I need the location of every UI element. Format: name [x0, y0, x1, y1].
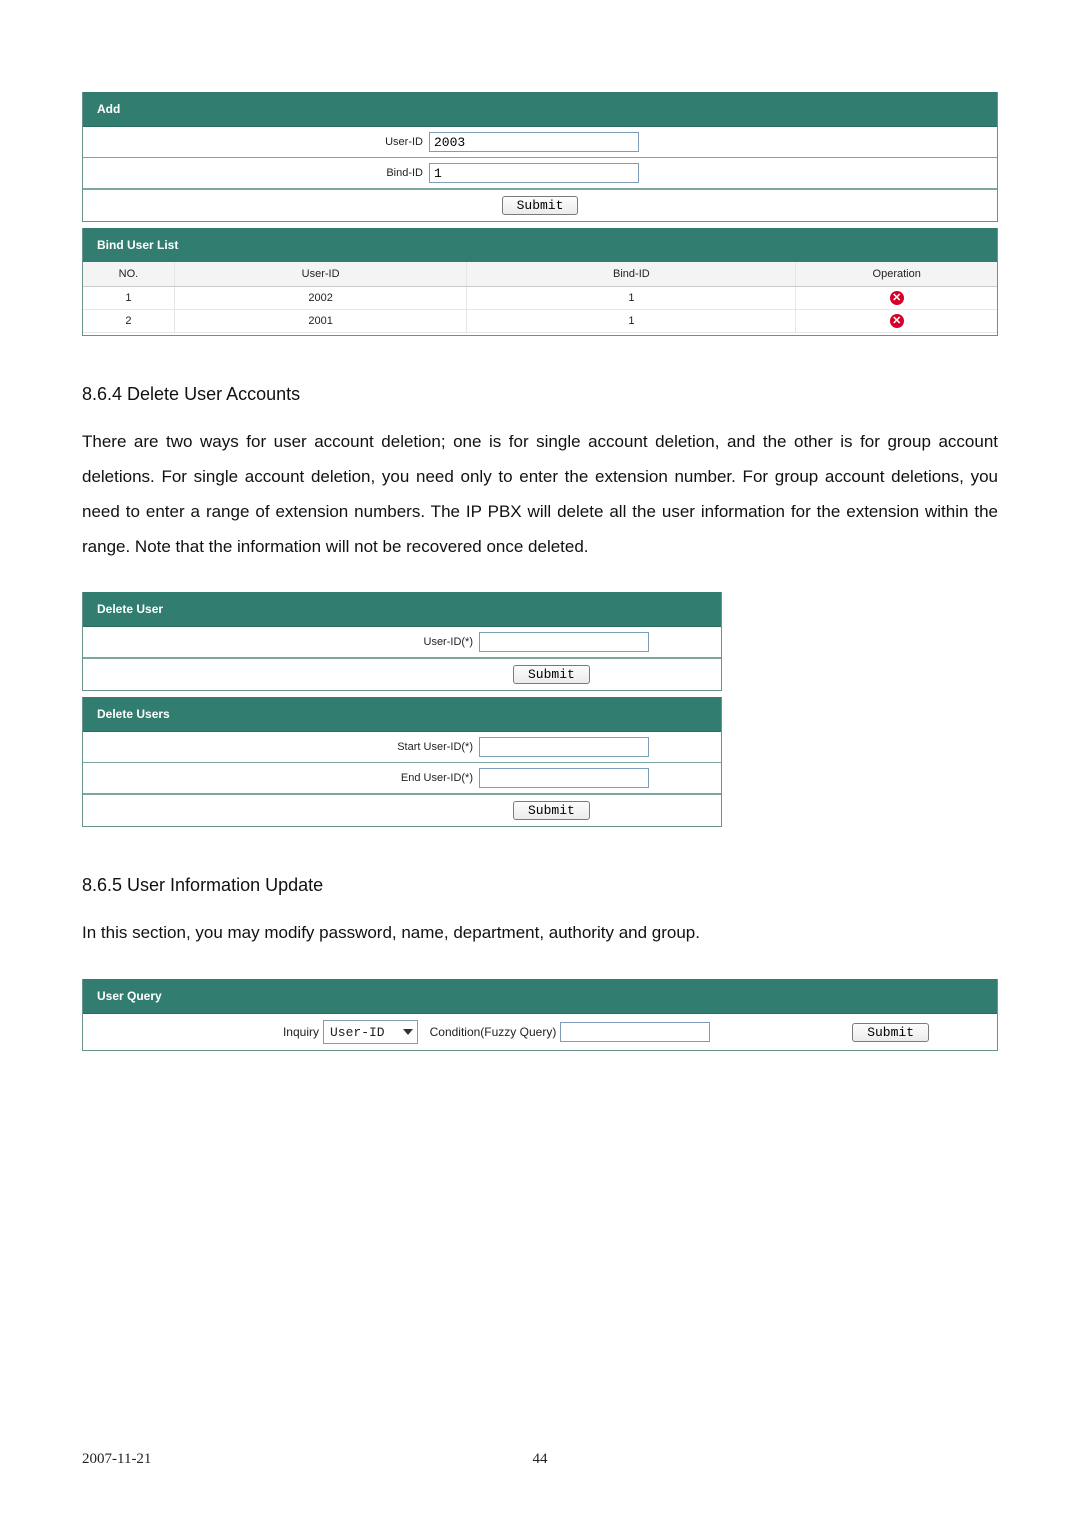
end-user-id-label: End User-ID(*): [83, 772, 479, 784]
end-user-id-input[interactable]: [479, 768, 649, 788]
bind-id-label: Bind-ID: [83, 167, 429, 179]
delete-user-title: Delete User: [83, 592, 721, 627]
start-user-id-input[interactable]: [479, 737, 649, 757]
user-query-panel: User Query Inquiry User-ID Condition(Fuz…: [82, 979, 998, 1051]
section-865-body: In this section, you may modify password…: [82, 916, 998, 951]
table-row: 1 2002 1 ✕: [83, 287, 997, 310]
col-user-id: User-ID: [174, 262, 466, 287]
condition-input[interactable]: [560, 1022, 710, 1042]
delete-user-id-input[interactable]: [479, 632, 649, 652]
section-865-heading: 8.6.5 User Information Update: [82, 875, 998, 896]
delete-users-panel: Delete Users Start User-ID(*) End User-I…: [82, 697, 722, 827]
section-864-heading: 8.6.4 Delete User Accounts: [82, 384, 998, 405]
section-864-body: There are two ways for user account dele…: [82, 425, 998, 564]
inquiry-select-value: User-ID: [330, 1025, 385, 1040]
table-row: 2 2001 1 ✕: [83, 310, 997, 333]
user-id-label: User-ID: [83, 136, 429, 148]
cell-bind-id: 1: [467, 310, 796, 333]
bind-user-list-panel: Bind User List NO. User-ID Bind-ID Opera…: [82, 228, 998, 336]
start-user-id-label: Start User-ID(*): [83, 741, 479, 753]
inquiry-select[interactable]: User-ID: [323, 1020, 418, 1044]
col-operation: Operation: [796, 262, 997, 287]
cell-no: 1: [83, 287, 174, 310]
cell-bind-id: 1: [467, 287, 796, 310]
delete-icon[interactable]: ✕: [890, 314, 904, 328]
condition-label: Condition(Fuzzy Query): [430, 1025, 557, 1039]
add-panel: Add User-ID Bind-ID Submit: [82, 92, 998, 222]
page-footer: 2007-11-21 44: [82, 1451, 998, 1468]
col-bind-id: Bind-ID: [467, 262, 796, 287]
delete-user-id-label: User-ID(*): [83, 636, 479, 648]
chevron-down-icon: [403, 1027, 413, 1037]
user-query-submit-button[interactable]: Submit: [852, 1023, 929, 1042]
cell-user-id: 2002: [174, 287, 466, 310]
add-submit-button[interactable]: Submit: [502, 196, 579, 215]
delete-icon[interactable]: ✕: [890, 291, 904, 305]
inquiry-label: Inquiry: [83, 1025, 323, 1039]
bind-user-table: NO. User-ID Bind-ID Operation 1 2002 1 ✕…: [83, 262, 997, 333]
cell-user-id: 2001: [174, 310, 466, 333]
user-id-input[interactable]: [429, 132, 639, 152]
delete-users-submit-button[interactable]: Submit: [513, 801, 590, 820]
col-no: NO.: [83, 262, 174, 287]
bind-user-list-title: Bind User List: [83, 228, 997, 262]
footer-page-number: 44: [82, 1451, 998, 1468]
cell-no: 2: [83, 310, 174, 333]
add-panel-title: Add: [83, 92, 997, 127]
user-query-title: User Query: [83, 979, 997, 1014]
delete-user-panel: Delete User User-ID(*) Submit: [82, 592, 722, 691]
bind-id-input[interactable]: [429, 163, 639, 183]
delete-users-title: Delete Users: [83, 697, 721, 732]
delete-user-submit-button[interactable]: Submit: [513, 665, 590, 684]
